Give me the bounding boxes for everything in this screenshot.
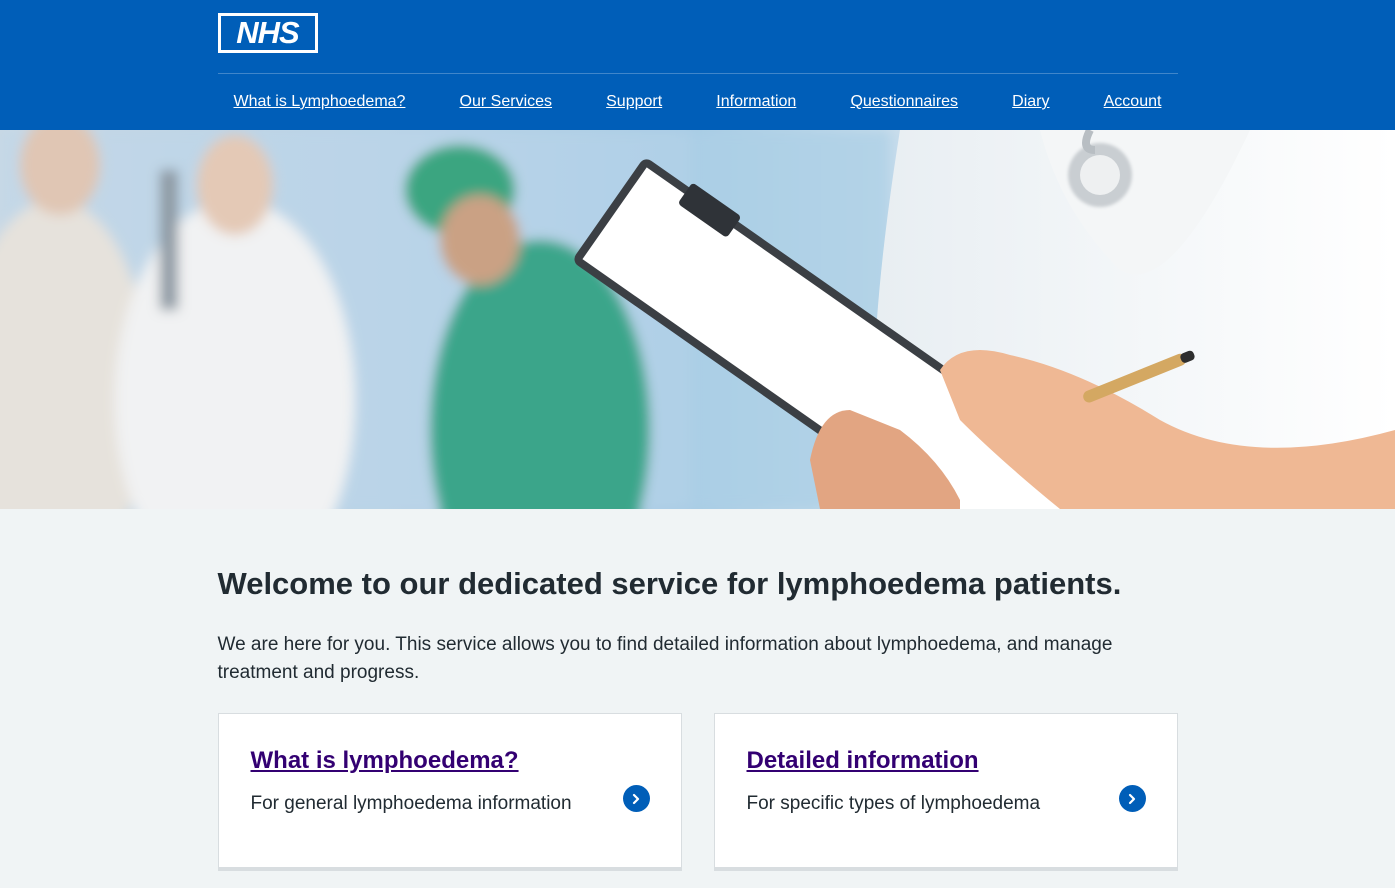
chevron-right-icon[interactable]: [1118, 785, 1146, 812]
hero-photo-illustration: [0, 130, 1395, 509]
card-group: What is lymphoedema? For general lymphoe…: [217, 713, 1178, 871]
lead-paragraph: We are here for you. This service allows…: [217, 634, 1113, 683]
card-description: For specific types of lymphoedema: [746, 793, 1041, 814]
primary-nav: What is Lymphoedema? Our Services Suppor…: [217, 73, 1178, 130]
hero-image: [0, 130, 1395, 509]
nav-item-our-services[interactable]: Our Services: [460, 93, 552, 111]
chevron-right-glyph: [632, 793, 640, 804]
site-header: NHS What is Lymphoedema? Our Services Su…: [0, 0, 1395, 130]
nav-item-support[interactable]: Support: [606, 93, 662, 111]
card-title: Detailed information: [747, 746, 1145, 776]
nhs-logo-text: NHS: [220, 15, 315, 50]
nhs-logo[interactable]: NHS: [217, 13, 318, 53]
nav-item-account[interactable]: Account: [1104, 93, 1162, 111]
card-link-detailed-information[interactable]: Detailed information: [747, 747, 979, 774]
card-link-what-is-lymphoedema[interactable]: What is lymphoedema?: [251, 747, 519, 774]
card-detailed-information[interactable]: Detailed information For specific types …: [713, 713, 1178, 871]
page-heading: Welcome to our dedicated service for lym…: [217, 566, 1122, 601]
card-what-is-lymphoedema[interactable]: What is lymphoedema? For general lymphoe…: [217, 713, 682, 871]
nav-item-what-is-lymphoedema[interactable]: What is Lymphoedema?: [234, 93, 406, 111]
nav-item-information[interactable]: Information: [716, 93, 796, 111]
chevron-right-glyph: [1128, 793, 1136, 804]
chevron-right-icon[interactable]: [622, 785, 650, 812]
card-description: For general lymphoedema information: [250, 793, 572, 814]
nav-item-diary[interactable]: Diary: [1012, 93, 1049, 111]
card-title: What is lymphoedema?: [251, 746, 649, 776]
main-content: Welcome to our dedicated service for lym…: [217, 509, 1178, 871]
nav-item-questionnaires[interactable]: Questionnaires: [850, 93, 958, 111]
